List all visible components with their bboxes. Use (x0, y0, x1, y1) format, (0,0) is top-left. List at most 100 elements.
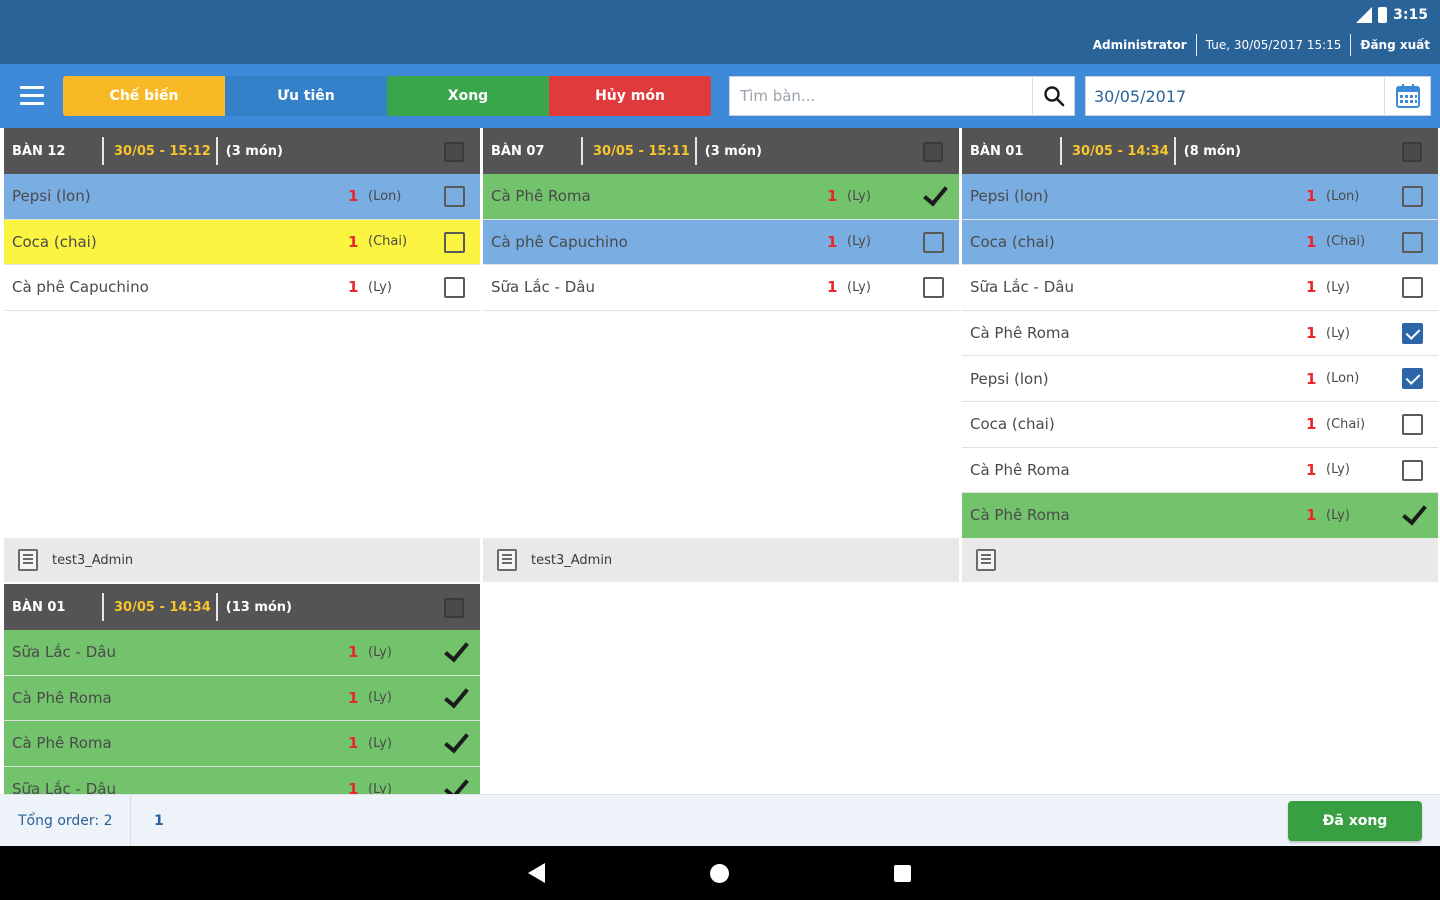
item-name: Coca (chai) (970, 232, 1055, 251)
select-all-checkbox[interactable] (444, 598, 464, 618)
item-quantity: 1 (1306, 415, 1317, 434)
order-item-row[interactable]: Cà Phê Roma 1 (Ly) (4, 721, 480, 767)
recent-apps-icon[interactable] (894, 865, 911, 882)
order-time: 30/05 - 14:34 (114, 599, 211, 615)
item-name: Cà Phê Roma (12, 734, 112, 753)
item-name: Cà phê Capuchino (12, 278, 149, 297)
card-footer-user: test3_Admin (52, 552, 134, 568)
order-item-row[interactable]: Sữa Lắc - Dâu 1 (Ly) (962, 265, 1438, 311)
calendar-icon[interactable] (1384, 77, 1430, 115)
search-input[interactable] (730, 77, 1030, 115)
order-item-row[interactable]: Pepsi (lon) 1 (Lon) (962, 356, 1438, 402)
page-number[interactable]: 1 (154, 813, 164, 829)
done-button[interactable]: Đã xong (1288, 801, 1422, 841)
item-checkbox[interactable] (444, 277, 465, 299)
item-checkbox[interactable] (1402, 186, 1423, 207)
item-quantity: 1 (827, 278, 838, 297)
status-bar: 3:15 (1354, 4, 1428, 26)
divider (1350, 34, 1352, 56)
card-footer: test3_Admin (483, 538, 959, 582)
done-check-icon[interactable] (1400, 501, 1426, 529)
item-checkbox[interactable] (444, 231, 465, 253)
receipt-icon (497, 549, 517, 571)
order-item-row[interactable]: Coca (chai) 1 (Chai) (4, 219, 480, 266)
home-icon[interactable] (710, 864, 729, 883)
order-item-row[interactable]: Sữa Lắc - Dâu 1 (Ly) (483, 265, 959, 311)
tab-done[interactable]: Xong (387, 76, 549, 116)
divider (130, 795, 131, 847)
logout-link[interactable]: Đăng xuất (1360, 38, 1430, 52)
back-icon[interactable] (528, 863, 545, 883)
app-header: 3:15 Administrator Tue, 30/05/2017 15:15… (0, 0, 1440, 64)
done-check-icon[interactable] (442, 775, 468, 794)
order-item-row[interactable]: Cà Phê Roma 1 (Ly) (483, 174, 959, 220)
menu-icon[interactable] (18, 84, 46, 108)
item-count: (8 món) (1183, 143, 1241, 159)
item-name: Pepsi (lon) (12, 187, 91, 206)
order-item-row[interactable]: Cà Phê Roma 1 (Ly) (962, 493, 1438, 539)
order-item-row[interactable]: Cà phê Capuchino 1 (Ly) (483, 219, 959, 266)
select-all-checkbox[interactable] (1402, 142, 1422, 162)
done-check-icon[interactable] (442, 638, 468, 666)
item-checkbox[interactable] (1402, 368, 1423, 390)
tab-cancelled[interactable]: Hủy món (549, 76, 711, 116)
item-checkbox[interactable] (923, 277, 944, 299)
item-quantity: 1 (348, 688, 359, 707)
item-checkbox[interactable] (1402, 231, 1423, 253)
item-unit: (Lon) (368, 188, 402, 204)
order-item-row[interactable]: Sữa Lắc - Dâu 1 (Ly) (4, 766, 480, 794)
item-checkbox[interactable] (1402, 322, 1423, 344)
order-time: 30/05 - 14:34 (1072, 143, 1169, 159)
item-name: Pepsi (lon) (970, 187, 1049, 206)
item-unit: (Ly) (368, 781, 392, 794)
item-name: Cà Phê Roma (12, 688, 112, 707)
table-name: BÀN 12 (12, 143, 66, 159)
item-count: (3 món) (704, 143, 762, 159)
item-name: Sữa Lắc - Dâu (970, 278, 1074, 297)
item-name: Coca (chai) (970, 415, 1055, 434)
item-unit: (Ly) (368, 279, 392, 295)
card-footer-user: test3_Admin (531, 552, 613, 568)
item-name: Sữa Lắc - Dâu (12, 780, 116, 794)
item-quantity: 1 (348, 780, 359, 794)
signal-icon (1354, 7, 1373, 23)
item-name: Pepsi (lon) (970, 369, 1049, 388)
done-check-icon[interactable] (921, 182, 947, 210)
card-header: BÀN 12 30/05 - 15:12 (3 món) (4, 128, 480, 174)
tab-processing[interactable]: Chế biến (63, 76, 225, 116)
tab-priority[interactable]: Ưu tiên (225, 76, 387, 116)
order-card: BÀN 01 30/05 - 14:34 (13 món) Sữa Lắc - Dâu… (4, 584, 480, 794)
item-checkbox[interactable] (1402, 459, 1423, 481)
item-checkbox[interactable] (923, 231, 944, 253)
item-unit: (Ly) (847, 234, 871, 250)
item-count: (13 món) (225, 599, 292, 615)
done-check-icon[interactable] (442, 729, 468, 757)
current-datetime: Tue, 30/05/2017 15:15 (1205, 38, 1342, 52)
order-item-row[interactable]: Cà Phê Roma 1 (Ly) (962, 448, 1438, 494)
item-quantity: 1 (827, 232, 838, 251)
order-item-row[interactable]: Sữa Lắc - Dâu 1 (Ly) (4, 630, 480, 676)
select-all-checkbox[interactable] (444, 142, 464, 162)
card-header: BÀN 07 30/05 - 15:11 (3 món) (483, 128, 959, 174)
table-name: BÀN 01 (970, 143, 1024, 159)
order-item-row[interactable]: Pepsi (lon) 1 (Lon) (4, 174, 480, 220)
order-item-row[interactable]: Cà phê Capuchino 1 (Ly) (4, 265, 480, 311)
item-checkbox[interactable] (1402, 277, 1423, 299)
item-unit: (Ly) (847, 279, 871, 295)
date-field[interactable]: 30/05/2017 (1085, 76, 1431, 116)
order-item-row[interactable]: Cà Phê Roma 1 (Ly) (4, 675, 480, 722)
done-check-icon[interactable] (442, 684, 468, 712)
item-name: Coca (chai) (12, 232, 97, 251)
item-unit: (Ly) (368, 735, 392, 751)
select-all-checkbox[interactable] (923, 142, 943, 162)
item-unit: (Lon) (1326, 371, 1360, 387)
item-checkbox[interactable] (444, 186, 465, 207)
order-item-row[interactable]: Coca (chai) 1 (Chai) (962, 219, 1438, 266)
order-item-row[interactable]: Coca (chai) 1 (Chai) (962, 402, 1438, 448)
order-item-row[interactable]: Pepsi (lon) 1 (Lon) (962, 174, 1438, 220)
item-checkbox[interactable] (1402, 413, 1423, 435)
order-item-row[interactable]: Cà Phê Roma 1 (Ly) (962, 311, 1438, 357)
search-icon[interactable] (1032, 77, 1074, 115)
order-time: 30/05 - 15:11 (593, 143, 690, 159)
item-count: (3 món) (225, 143, 283, 159)
